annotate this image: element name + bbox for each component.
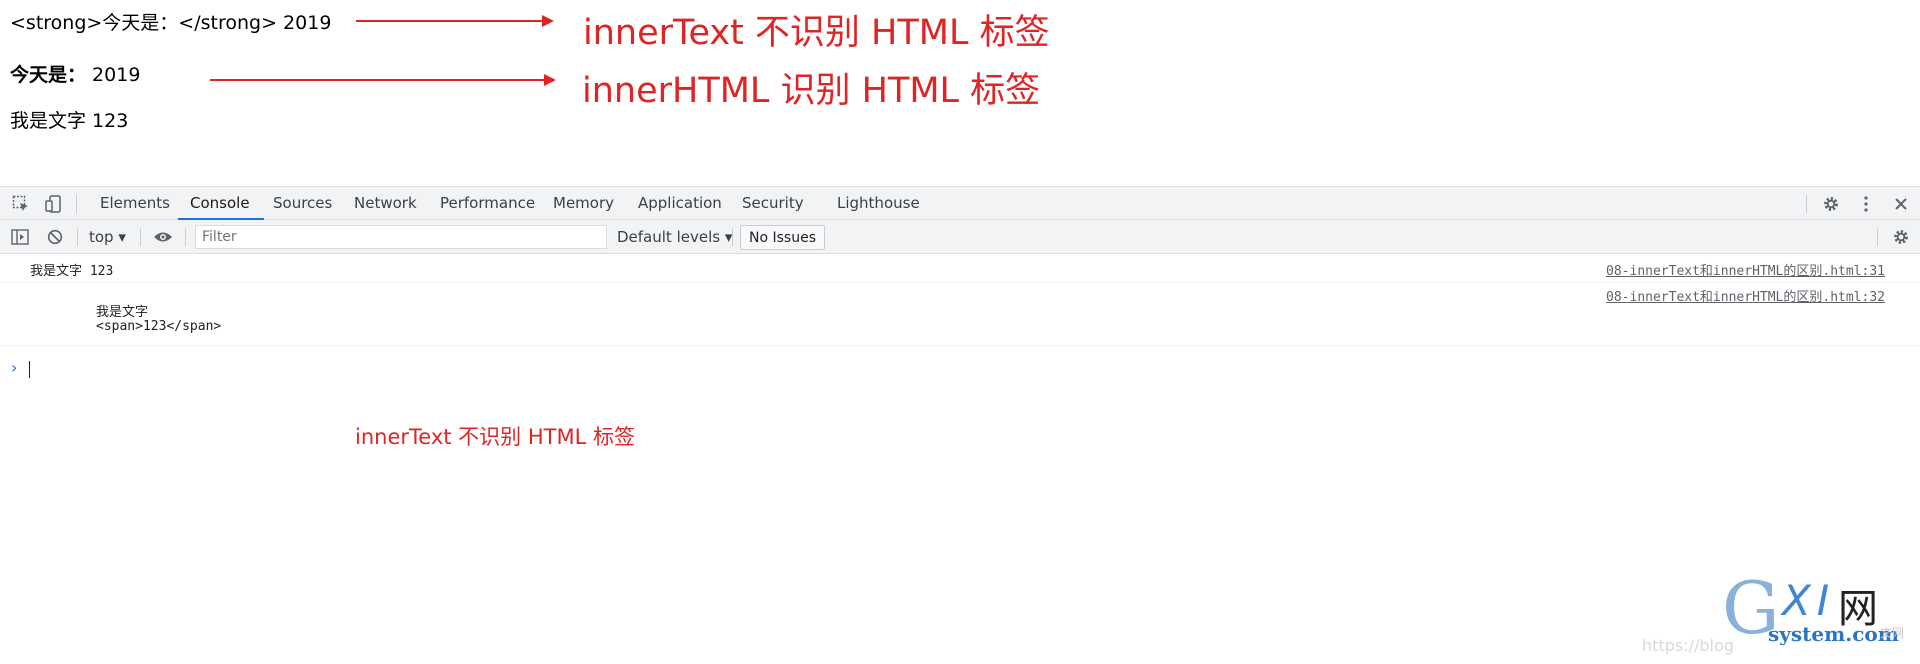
text-caret: [29, 361, 30, 378]
tab-bar-divider-right: [1806, 195, 1807, 213]
inspect-element-icon[interactable]: [10, 193, 32, 215]
tab-security[interactable]: Security: [742, 187, 804, 220]
bold-text: 今天是：: [10, 64, 87, 86]
clear-console-icon[interactable]: [44, 226, 66, 248]
tab-application[interactable]: Application: [638, 187, 722, 220]
tab-elements[interactable]: Elements: [100, 187, 170, 220]
context-label: top: [89, 228, 114, 246]
devtools-panel: Elements Console Sources Network Perform…: [0, 186, 1920, 664]
annotation-innerhtml: innerHTML 识别 HTML 标签: [582, 71, 1041, 111]
toolbar-divider-5: [1877, 228, 1878, 246]
log-levels-selector[interactable]: Default levels ▾: [617, 228, 732, 246]
tab-lighthouse[interactable]: Lighthouse: [837, 187, 920, 220]
prompt-chevron-icon: ›: [11, 358, 18, 377]
live-expression-eye-icon[interactable]: [152, 226, 174, 248]
tab-network[interactable]: Network: [354, 187, 417, 220]
toolbar-divider-1: [77, 228, 78, 246]
close-icon[interactable]: [1890, 193, 1912, 215]
toolbar-divider-3: [185, 228, 186, 246]
page-line-raw-html: <strong>今天是：</strong> 2019: [10, 12, 332, 34]
console-settings-gear-icon[interactable]: [1890, 226, 1912, 248]
page-line-text: 我是文字 123: [10, 110, 129, 132]
source-link[interactable]: 08-innerText和innerHTML的区别.html:31: [1606, 260, 1885, 279]
watermark-logo-xi: XI: [1782, 576, 1836, 625]
page-line-rendered-html: 今天是： 2019: [10, 60, 140, 87]
device-toolbar-icon[interactable]: [43, 193, 65, 215]
settings-gear-icon[interactable]: [1820, 193, 1842, 215]
tab-bar-divider: [76, 195, 77, 213]
context-selector[interactable]: top ▾: [89, 228, 126, 246]
levels-label: Default levels: [617, 228, 721, 246]
tab-memory[interactable]: Memory: [553, 187, 614, 220]
year-text: 2019: [86, 64, 141, 86]
console-message: 08-innerText和innerHTML的区别.html:32 我是文字 <…: [0, 283, 1920, 346]
toolbar-divider-2: [140, 228, 141, 246]
console-message-html: <span>123</span>: [96, 319, 222, 334]
tab-sources[interactable]: Sources: [273, 187, 332, 220]
annotation-innertext: innerText 不识别 HTML 标签: [583, 13, 1050, 53]
tab-performance[interactable]: Performance: [440, 187, 535, 220]
watermark-url: https://blog: [1642, 636, 1734, 655]
more-options-icon[interactable]: [1855, 193, 1877, 215]
watermark-logo-small: 文网: [1880, 626, 1905, 640]
source-link[interactable]: 08-innerText和innerHTML的区别.html:32: [1606, 286, 1885, 305]
issues-button[interactable]: No Issues: [740, 225, 825, 250]
toolbar-divider-4: [732, 228, 733, 246]
chevron-down-icon: ▾: [118, 228, 126, 246]
console-prompt[interactable]: ›: [0, 358, 1920, 382]
console-toolbar: top ▾ Default levels ▾ No Issues: [0, 220, 1920, 254]
devtools-tab-bar: Elements Console Sources Network Perform…: [0, 186, 1920, 220]
tab-console[interactable]: Console: [178, 187, 263, 220]
filter-input[interactable]: [195, 225, 607, 249]
annotation-arrow-2: [210, 74, 556, 86]
sidebar-toggle-icon[interactable]: [9, 226, 31, 248]
annotation-arrow-1: [356, 15, 554, 27]
console-message-text: 我是文字: [96, 305, 149, 320]
console-message-text: 我是文字 123: [30, 264, 114, 279]
console-message: 我是文字 123 08-innerText和innerHTML的区别.html:…: [0, 256, 1920, 283]
